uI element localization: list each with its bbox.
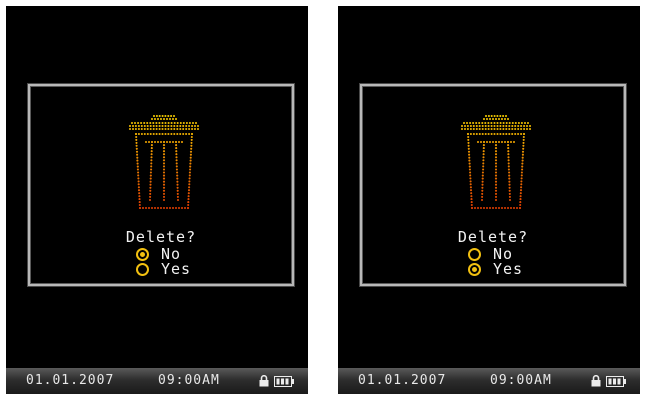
battery-icon <box>606 376 626 387</box>
status-time: 09:00AM <box>490 373 552 388</box>
option-yes[interactable]: Yes <box>136 261 191 277</box>
lock-icon <box>259 375 269 387</box>
radio-selected-icon[interactable] <box>468 262 481 276</box>
radio-unselected-icon[interactable] <box>468 247 481 261</box>
battery-icon <box>274 376 294 387</box>
trash-icon <box>128 114 200 210</box>
trash-icon <box>460 114 532 210</box>
stage: Delete? No Yes 01.01.2007 09:00AM Delete… <box>0 0 646 394</box>
device-screen-no-selected: Delete? No Yes 01.01.2007 09:00AM <box>6 6 308 394</box>
option-yes-label: Yes <box>161 260 192 278</box>
radio-unselected-icon[interactable] <box>136 262 149 276</box>
status-bar: 01.01.2007 09:00AM <box>6 368 308 394</box>
option-yes[interactable]: Yes <box>468 261 523 277</box>
delete-dialog: Delete? No Yes <box>28 84 294 286</box>
status-bar: 01.01.2007 09:00AM <box>338 368 640 394</box>
radio-selected-icon[interactable] <box>136 247 149 261</box>
status-date: 01.01.2007 <box>26 373 115 388</box>
delete-prompt: Delete? <box>457 228 529 246</box>
option-yes-label: Yes <box>493 260 524 278</box>
delete-prompt: Delete? <box>125 228 197 246</box>
delete-dialog: Delete? No Yes <box>360 84 626 286</box>
device-screen-yes-selected: Delete? No Yes 01.01.2007 09:00AM <box>338 6 640 394</box>
status-date: 01.01.2007 <box>358 373 447 388</box>
lock-icon <box>591 375 601 387</box>
status-time: 09:00AM <box>158 373 220 388</box>
